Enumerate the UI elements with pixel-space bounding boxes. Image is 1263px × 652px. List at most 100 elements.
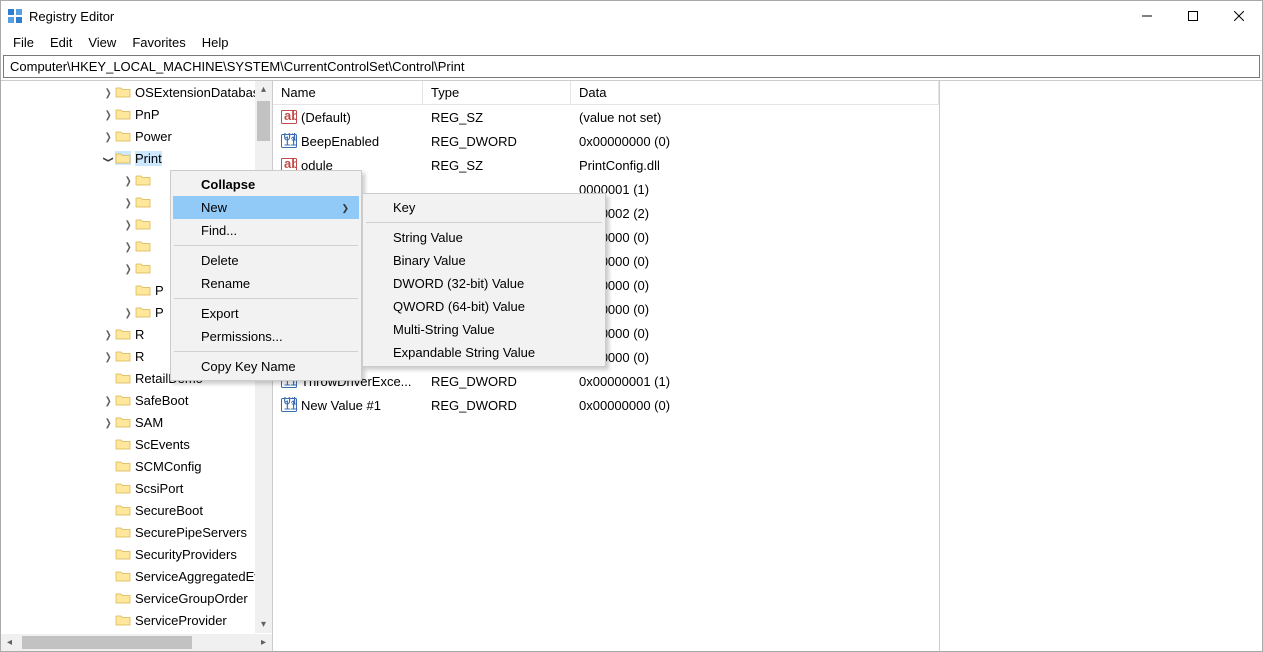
tree-item[interactable]: SafeBoot (1, 389, 273, 411)
ctx-rename[interactable]: Rename (173, 272, 359, 295)
tree-chevron-icon[interactable] (101, 393, 115, 407)
tree-item[interactable]: SAM (1, 411, 273, 433)
tree-item-label: P (155, 283, 164, 298)
tree-item[interactable]: ScsiPort (1, 477, 273, 499)
header-name[interactable]: Name (273, 81, 423, 104)
ctx-new-dword[interactable]: DWORD (32-bit) Value (365, 272, 603, 295)
tree-item[interactable]: ServiceGroupOrder (1, 587, 273, 609)
ctx-new-string[interactable]: String Value (365, 226, 603, 249)
minimize-button[interactable] (1124, 1, 1170, 31)
ctx-find[interactable]: Find... (173, 219, 359, 242)
ctx-new-multistring[interactable]: Multi-String Value (365, 318, 603, 341)
tree-chevron-icon[interactable] (121, 217, 135, 231)
value-data: 0000000 (0) (571, 254, 939, 269)
ctx-new-qword[interactable]: QWORD (64-bit) Value (365, 295, 603, 318)
ctx-new-expandstring[interactable]: Expandable String Value (365, 341, 603, 364)
ctx-delete[interactable]: Delete (173, 249, 359, 272)
tree-chevron-icon[interactable] (121, 305, 135, 319)
tree-chevron-icon[interactable] (121, 261, 135, 275)
tree-item-label: SecurePipeServers (135, 525, 247, 540)
scroll-right-icon[interactable]: ▸ (255, 637, 272, 648)
tree-item-label: Print (135, 151, 162, 166)
tree-chevron-icon[interactable] (101, 415, 115, 429)
scroll-left-icon[interactable]: ◂ (1, 637, 18, 648)
tree-item-label: SecurityProviders (135, 547, 237, 562)
hscroll-thumb[interactable] (22, 636, 192, 649)
tree-chevron-icon[interactable] (101, 129, 115, 143)
ctx-collapse[interactable]: Collapse (173, 173, 359, 196)
ctx-sep (174, 351, 358, 352)
tree-item-label: SAM (135, 415, 163, 430)
value-data: 0000000 (0) (571, 230, 939, 245)
menu-favorites[interactable]: Favorites (124, 33, 193, 52)
value-data: (value not set) (571, 110, 939, 125)
maximize-button[interactable] (1170, 1, 1216, 31)
values-side-blank (940, 81, 1262, 651)
tree-item[interactable]: ServiceProvider (1, 609, 273, 631)
folder-icon (115, 371, 131, 385)
value-row[interactable]: ThrowDriverExce...REG_DWORD0x00000001 (1… (273, 369, 939, 393)
tree-item[interactable]: ServiceAggregatedEvents (1, 565, 273, 587)
tree-chevron-icon[interactable] (121, 239, 135, 253)
menu-file[interactable]: File (5, 33, 42, 52)
header-type[interactable]: Type (423, 81, 571, 104)
value-row[interactable]: oduleREG_SZPrintConfig.dll (273, 153, 939, 177)
ctx-permissions[interactable]: Permissions... (173, 325, 359, 348)
tree-hscroll[interactable]: ◂ ▸ (1, 634, 272, 651)
tree-item[interactable]: OSExtensionDatabase (1, 81, 273, 103)
ctx-new-binary[interactable]: Binary Value (365, 249, 603, 272)
context-menu: Collapse New Find... Delete Rename Expor… (170, 170, 362, 381)
scroll-thumb[interactable] (257, 101, 270, 141)
value-data: 0x00000001 (1) (571, 374, 939, 389)
close-button[interactable] (1216, 1, 1262, 31)
folder-icon (115, 569, 131, 583)
value-row[interactable]: BeepEnabledREG_DWORD0x00000000 (0) (273, 129, 939, 153)
ctx-sep (174, 298, 358, 299)
value-data: 0000001 (1) (571, 182, 939, 197)
tree-chevron-icon[interactable] (101, 85, 115, 99)
folder-icon (115, 415, 131, 429)
menu-edit[interactable]: Edit (42, 33, 80, 52)
tree-chevron-icon[interactable] (101, 151, 115, 165)
ctx-new[interactable]: New (173, 196, 359, 219)
scroll-down-icon[interactable]: ▾ (255, 616, 272, 633)
tree-item-label: ServiceProvider (135, 613, 227, 628)
ctx-copykeyname[interactable]: Copy Key Name (173, 355, 359, 378)
value-data: 0000000 (0) (571, 326, 939, 341)
tree-chevron-icon[interactable] (101, 349, 115, 363)
value-data: 0x00000000 (0) (571, 134, 939, 149)
tree-chevron-icon[interactable] (121, 195, 135, 209)
ctx-new-key[interactable]: Key (365, 196, 603, 219)
folder-icon (115, 591, 131, 605)
tree-item-label: SCMConfig (135, 459, 201, 474)
tree-item-label: SafeBoot (135, 393, 189, 408)
ctx-export[interactable]: Export (173, 302, 359, 325)
tree-chevron-icon[interactable] (121, 173, 135, 187)
value-type: REG_DWORD (423, 398, 571, 413)
tree-chevron-icon[interactable] (101, 327, 115, 341)
tree-item-label: R (135, 349, 144, 364)
value-row[interactable]: New Value #1REG_DWORD0x00000000 (0) (273, 393, 939, 417)
tree-item[interactable]: SecurePipeServers (1, 521, 273, 543)
menu-help[interactable]: Help (194, 33, 237, 52)
tree-item[interactable]: SecureBoot (1, 499, 273, 521)
scroll-up-icon[interactable]: ▴ (255, 81, 272, 98)
tree-item[interactable]: Power (1, 125, 273, 147)
string-value-icon (281, 109, 297, 125)
value-row[interactable]: (Default)REG_SZ(value not set) (273, 105, 939, 129)
tree-item[interactable]: Print (1, 147, 273, 169)
tree-item[interactable]: ScEvents (1, 433, 273, 455)
app-icon (7, 8, 23, 24)
header-data[interactable]: Data (571, 81, 939, 104)
tree-item[interactable]: PnP (1, 103, 273, 125)
folder-icon (115, 85, 131, 99)
menu-view[interactable]: View (80, 33, 124, 52)
value-data: 0x00000000 (0) (571, 398, 939, 413)
tree-item[interactable]: SCMConfig (1, 455, 273, 477)
folder-icon (115, 129, 131, 143)
folder-icon (135, 283, 151, 297)
tree-item[interactable]: SecurityProviders (1, 543, 273, 565)
tree-chevron-icon[interactable] (101, 107, 115, 121)
window: Registry Editor File Edit View Favorites… (0, 0, 1263, 652)
address-bar[interactable]: Computer\HKEY_LOCAL_MACHINE\SYSTEM\Curre… (3, 55, 1260, 78)
